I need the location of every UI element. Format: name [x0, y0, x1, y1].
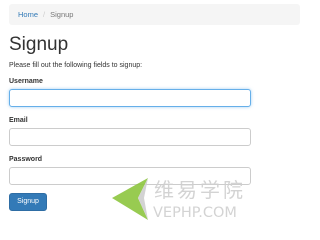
- username-input[interactable]: [9, 89, 251, 107]
- form-intro-text: Please fill out the following fields to …: [9, 62, 143, 69]
- breadcrumb-separator: /: [43, 10, 46, 19]
- breadcrumb: Home / Signup: [9, 4, 300, 25]
- password-label: Password: [9, 156, 43, 163]
- watermark-chinese-text: 维易学院: [154, 178, 246, 202]
- username-label: Username: [9, 78, 43, 85]
- watermark-domain-text: VEPHP.COM: [153, 205, 237, 221]
- breadcrumb-home-link[interactable]: Home: [18, 10, 38, 19]
- email-input[interactable]: [9, 128, 251, 146]
- watermark-logo: 维易学院 VEPHP.COM: [108, 174, 298, 230]
- signup-button[interactable]: Signup: [9, 193, 47, 211]
- page-title: Signup: [9, 34, 69, 55]
- leaf-arrow-icon: [112, 178, 148, 220]
- breadcrumb-current: Signup: [50, 10, 74, 19]
- email-label: Email: [9, 117, 28, 124]
